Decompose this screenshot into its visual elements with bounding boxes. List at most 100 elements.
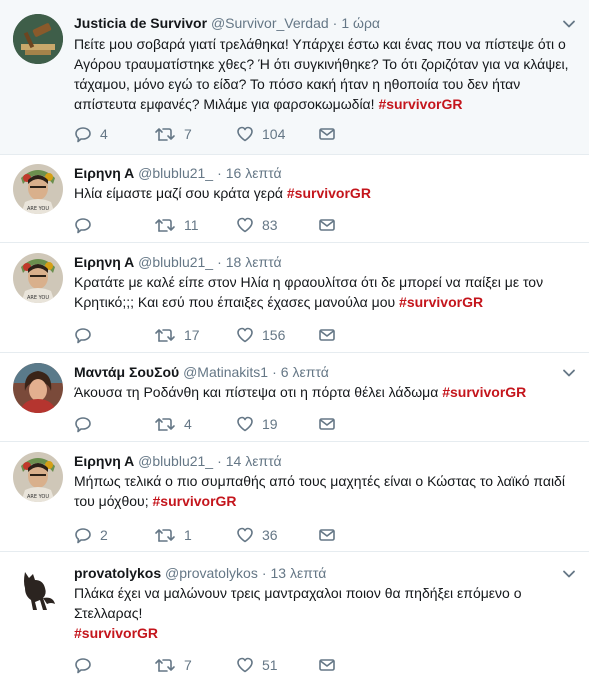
like-count: 51: [262, 657, 278, 673]
reply-button[interactable]: 2: [74, 524, 108, 546]
user-handle[interactable]: @blublu21_: [138, 254, 213, 270]
reply-count: 2: [100, 527, 108, 543]
tweet[interactable]: ARE YOU Ειρηνη Α @blublu21_ · 18 λεπτά Κρα…: [0, 243, 589, 353]
heart-icon: [237, 126, 253, 142]
gavel-icon[interactable]: [13, 14, 63, 64]
woman-portrait-icon[interactable]: [13, 363, 63, 413]
direct-message-button[interactable]: [318, 123, 336, 145]
direct-message-button[interactable]: [318, 413, 336, 435]
display-name[interactable]: Ειρηνη Α: [74, 165, 134, 181]
retweet-button[interactable]: 7: [154, 654, 192, 675]
direct-message-button[interactable]: [318, 654, 336, 675]
separator-dot: ·: [332, 15, 338, 31]
reply-icon: [75, 658, 91, 674]
direct-message-button[interactable]: [318, 524, 336, 546]
tweet-text: Άκουσα τη Ροδάνθη και πίστεψα οτι η πόρτ…: [74, 382, 569, 402]
tweet[interactable]: Justicia de Survivor @Survivor_Verdad · 1 …: [0, 0, 589, 155]
like-button[interactable]: 83: [236, 214, 278, 236]
wolf-silhouette-icon[interactable]: [13, 564, 63, 614]
retweet-count: 11: [184, 217, 199, 233]
display-name[interactable]: Μαντάμ ΣουΣού: [74, 364, 179, 380]
display-name[interactable]: provatolykos: [74, 565, 161, 581]
display-name[interactable]: Ειρηνη Α: [74, 254, 134, 270]
retweet-button[interactable]: 17: [154, 324, 200, 346]
frida-portrait-icon[interactable]: ARE YOU: [13, 452, 63, 502]
user-handle[interactable]: @Matinakits1: [183, 364, 268, 380]
envelope-icon: [319, 418, 335, 430]
retweet-count: 17: [184, 327, 200, 343]
tweet-body: Μήπως τελικά ο πιο συμπαθής από τους μαχ…: [74, 473, 565, 509]
retweet-button[interactable]: 4: [154, 413, 192, 435]
tweet-header: provatolykos @provatolykos · 13 λεπτά: [74, 564, 326, 582]
reply-button[interactable]: [74, 214, 100, 236]
reply-button[interactable]: [74, 413, 100, 435]
hashtag-link[interactable]: #survivorGR: [399, 294, 483, 310]
retweet-icon: [155, 329, 175, 342]
reply-button[interactable]: [74, 324, 100, 346]
timestamp[interactable]: 1 ώρα: [341, 15, 380, 31]
retweet-icon: [155, 128, 175, 141]
retweet-button[interactable]: 11: [154, 214, 199, 236]
like-button[interactable]: 36: [236, 524, 278, 546]
separator-dot: ·: [217, 165, 222, 181]
reply-icon: [75, 417, 91, 433]
reply-button[interactable]: [74, 654, 100, 675]
display-name[interactable]: Ειρηνη Α: [74, 453, 134, 469]
hashtag-link[interactable]: #survivorGR: [74, 625, 158, 641]
like-button[interactable]: 51: [236, 654, 278, 675]
tweet-header: Μαντάμ ΣουΣού @Matinakits1 · 6 λεπτά: [74, 363, 329, 381]
timestamp[interactable]: 6 λεπτά: [281, 364, 329, 380]
separator-dot: ·: [272, 364, 277, 380]
heart-icon: [237, 327, 253, 343]
svg-text:ARE YOU: ARE YOU: [27, 206, 49, 212]
retweet-button[interactable]: 1: [154, 524, 192, 546]
user-handle[interactable]: @provatolykos: [165, 565, 258, 581]
like-button[interactable]: 156: [236, 324, 285, 346]
retweet-button[interactable]: 7: [154, 123, 192, 145]
chevron-down-icon[interactable]: [561, 16, 577, 32]
hashtag-link[interactable]: #survivorGR: [287, 185, 371, 201]
like-button[interactable]: 104: [236, 123, 285, 145]
heart-icon: [237, 217, 253, 233]
tweet[interactable]: ARE YOU Ειρηνη Α @blublu21_ · 14 λεπτά Μήπ…: [0, 442, 589, 552]
chevron-down-icon[interactable]: [561, 566, 577, 582]
separator-dot: ·: [217, 254, 222, 270]
heart-icon: [237, 527, 253, 543]
like-count: 36: [262, 527, 278, 543]
hashtag-link[interactable]: #survivorGR: [378, 96, 462, 112]
like-count: 104: [262, 126, 286, 142]
timestamp[interactable]: 13 λεπτά: [271, 565, 327, 581]
tweet-body: Πλάκα έχει να μαλώνουν τρεις μαντραχαλοι…: [74, 585, 522, 621]
frida-portrait-icon[interactable]: ARE YOU: [13, 164, 63, 214]
direct-message-button[interactable]: [318, 324, 336, 346]
timestamp[interactable]: 16 λεπτά: [226, 165, 282, 181]
reply-button[interactable]: 4: [74, 123, 108, 145]
reply-icon: [75, 528, 91, 544]
chevron-down-icon[interactable]: [561, 365, 577, 381]
timestamp[interactable]: 14 λεπτά: [226, 453, 282, 469]
tweet[interactable]: ARE YOU Ειρηνη Α @blublu21_ · 16 λεπτά Ηλί…: [0, 155, 589, 243]
like-button[interactable]: 19: [236, 413, 278, 435]
tweet-body: Πείτε μου σοβαρά γιατί τρελάθηκα! Υπάρχε…: [74, 36, 569, 112]
user-handle[interactable]: @blublu21_: [138, 453, 213, 469]
heart-icon: [237, 416, 253, 432]
envelope-icon: [319, 128, 335, 140]
tweet[interactable]: provatolykos @provatolykos · 13 λεπτά Πλάκ…: [0, 552, 589, 675]
direct-message-button[interactable]: [318, 214, 336, 236]
reply-icon: [75, 328, 91, 344]
frida-portrait-icon[interactable]: ARE YOU: [13, 253, 63, 303]
display-name[interactable]: Justicia de Survivor: [74, 15, 207, 31]
tweet-text: Κρατάτε με καλέ είπε στον Ηλία η φραουλί…: [74, 272, 569, 312]
tweet-text: Μήπως τελικά ο πιο συμπαθής από τους μαχ…: [74, 471, 569, 511]
tweet-text: Ηλία είμαστε μαζί σου κράτα γερά #surviv…: [74, 183, 569, 203]
user-handle[interactable]: @Survivor_Verdad: [211, 15, 329, 31]
reply-icon: [75, 218, 91, 234]
tweet[interactable]: Μαντάμ ΣουΣού @Matinakits1 · 6 λεπτά Άκουσ…: [0, 353, 589, 442]
tweet-body: Ηλία είμαστε μαζί σου κράτα γερά: [74, 185, 283, 201]
timestamp[interactable]: 18 λεπτά: [226, 254, 282, 270]
hashtag-link[interactable]: #survivorGR: [153, 493, 237, 509]
envelope-icon: [319, 529, 335, 541]
retweet-icon: [155, 219, 175, 232]
hashtag-link[interactable]: #survivorGR: [442, 384, 526, 400]
user-handle[interactable]: @blublu21_: [138, 165, 213, 181]
